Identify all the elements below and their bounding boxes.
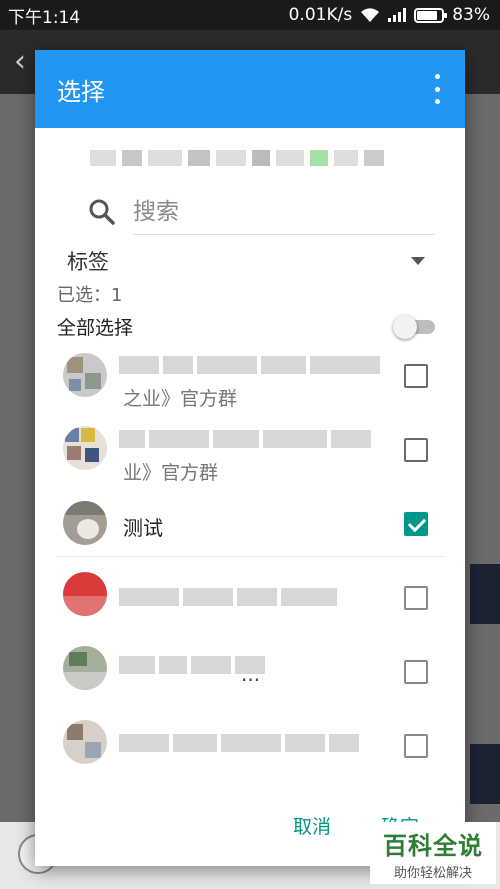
select-all-row: 全部选择: [57, 310, 435, 342]
status-right: 0.01K/s 83%: [289, 5, 490, 25]
item-checkbox[interactable]: [404, 586, 428, 610]
avatar: [63, 426, 107, 470]
avatar: [63, 572, 107, 616]
selected-count: 已选：1: [57, 285, 123, 306]
list-item[interactable]: [35, 562, 465, 636]
item-name: 之业》官方群: [123, 388, 238, 410]
avatar: [63, 501, 107, 545]
tag-dropdown[interactable]: 标签: [67, 242, 427, 280]
background-thumbnail: [470, 744, 500, 804]
item-name-redacted: [119, 588, 389, 606]
item-checkbox[interactable]: [404, 364, 428, 388]
account-redacted: [90, 146, 410, 170]
avatar: [63, 720, 107, 764]
tag-label: 标签: [67, 250, 109, 274]
item-name-redacted: [119, 734, 389, 752]
watermark-logo: 百科全说 助你轻松解决: [370, 822, 496, 884]
item-name-trailing: ...: [241, 662, 261, 686]
dialog-header: 选择: [35, 50, 465, 128]
watermark-subtitle: 助你轻松解决: [393, 865, 472, 881]
search-row: [85, 188, 435, 236]
more-vert-icon[interactable]: [431, 72, 443, 106]
item-name: 业》官方群: [123, 462, 219, 484]
network-speed: 0.01K/s: [288, 5, 353, 25]
battery-icon: [414, 7, 448, 23]
list-item[interactable]: ...: [35, 636, 465, 710]
status-time: 下午1:14: [8, 7, 81, 28]
avatar: [63, 646, 107, 690]
avatar: [63, 353, 107, 397]
list-item[interactable]: [35, 710, 465, 784]
item-checkbox-checked[interactable]: [404, 512, 428, 536]
battery-fill: [417, 10, 438, 20]
search-input[interactable]: [133, 189, 435, 235]
item-checkbox[interactable]: [404, 660, 428, 684]
background-thumbnail: [470, 564, 500, 624]
list-item[interactable]: 之业》官方群: [35, 348, 465, 422]
wifi-icon: [361, 8, 380, 22]
battery-percent: 83%: [452, 5, 490, 25]
dropdown-caret-icon: [411, 257, 425, 265]
item-name-redacted: [119, 430, 389, 448]
list-item[interactable]: 业》官方群: [35, 422, 465, 496]
item-name-redacted: [119, 356, 389, 374]
divider: [57, 556, 445, 557]
select-all-switch[interactable]: [393, 313, 435, 339]
cancel-button[interactable]: 取消: [293, 812, 331, 839]
back-arrow-icon: ‹: [14, 44, 26, 79]
watermark-title: 百科全说: [383, 831, 483, 860]
select-dialog: 选择 标签 已选：1 全部选择: [35, 50, 465, 866]
status-bar: 下午1:14 0.01K/s 83%: [0, 0, 500, 30]
item-name: 测试: [123, 516, 163, 540]
item-checkbox[interactable]: [404, 734, 428, 758]
search-icon: [89, 199, 115, 225]
signal-icon: [388, 8, 407, 22]
dialog-title: 选择: [57, 77, 105, 106]
select-all-label: 全部选择: [57, 316, 134, 339]
list-item[interactable]: 测试: [35, 496, 465, 570]
item-checkbox[interactable]: [404, 438, 428, 462]
